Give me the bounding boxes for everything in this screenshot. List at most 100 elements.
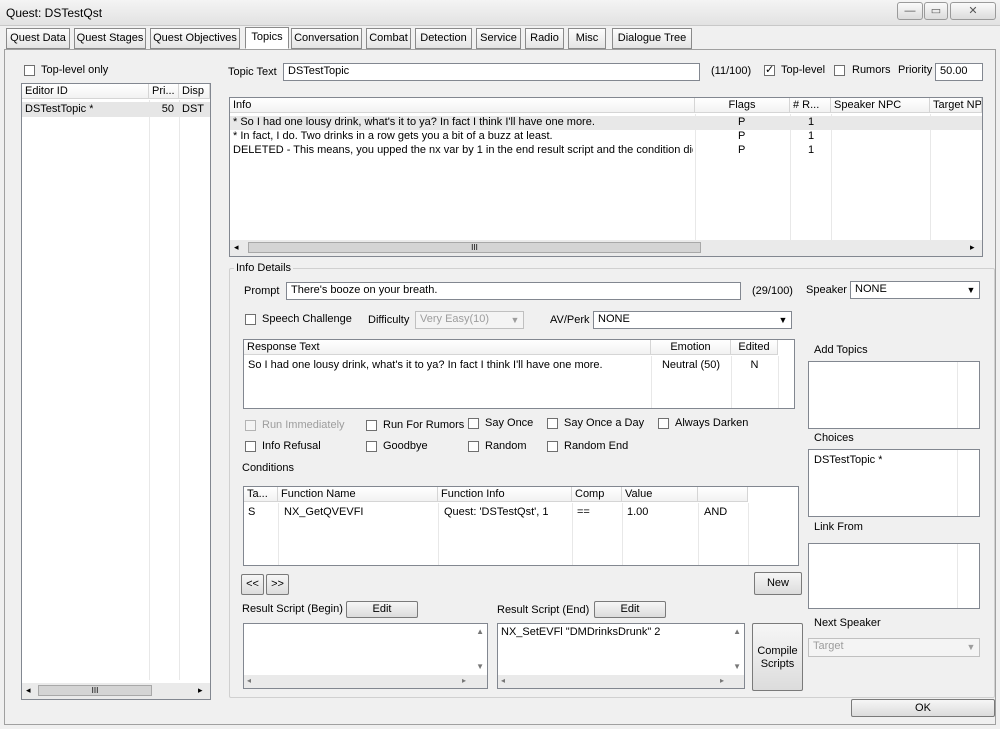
- col-emotion[interactable]: Emotion: [651, 340, 731, 355]
- col-value[interactable]: Value: [622, 487, 698, 502]
- col-editor-id[interactable]: Editor ID: [22, 84, 149, 99]
- scroll-left-arrow-icon[interactable]: ◂: [26, 685, 31, 696]
- col-flags[interactable]: Flags: [695, 98, 790, 113]
- horizontal-scrollbar[interactable]: ◂ III ▸: [22, 683, 210, 699]
- ok-button[interactable]: OK: [851, 699, 995, 717]
- scroll-left-arrow-icon[interactable]: ◂: [234, 242, 239, 253]
- link-from-list[interactable]: [808, 543, 980, 609]
- list-item[interactable]: DSTestTopic *: [814, 454, 882, 467]
- next-button[interactable]: >>: [266, 574, 289, 595]
- col-info[interactable]: Info: [230, 98, 695, 113]
- next-speaker-dropdown[interactable]: Target ▼: [808, 638, 980, 657]
- horizontal-scrollbar[interactable]: ◂ III ▸: [230, 240, 982, 256]
- tab-topics[interactable]: Topics: [245, 27, 289, 49]
- tab-quest-stages[interactable]: Quest Stages: [74, 28, 146, 49]
- say-once-a-day-label: Say Once a Day: [564, 417, 645, 429]
- tab-conversation[interactable]: Conversation: [291, 28, 362, 49]
- minimize-button[interactable]: —: [897, 2, 923, 20]
- conditions-list[interactable]: Ta... Function Name Function Info Comp V…: [243, 486, 799, 566]
- scroll-up-arrow-icon[interactable]: ▲: [476, 627, 484, 636]
- table-row[interactable]: * So I had one lousy drink, what's it to…: [230, 116, 982, 130]
- tab-quest-data[interactable]: Quest Data: [6, 28, 70, 49]
- close-button[interactable]: ✕: [950, 2, 996, 20]
- scroll-up-arrow-icon[interactable]: ▲: [733, 627, 741, 636]
- difficulty-dropdown[interactable]: Very Easy(10) ▼: [415, 311, 524, 329]
- horizontal-scrollbar[interactable]: ◂ ▸: [244, 675, 487, 688]
- toplevel-only-checkbox[interactable]: [24, 65, 35, 76]
- prompt-input[interactable]: There's booze on your breath.: [286, 282, 741, 300]
- scroll-right-arrow-icon[interactable]: ▸: [462, 676, 466, 685]
- maximize-button[interactable]: ▭: [924, 2, 948, 20]
- scroll-thumb[interactable]: III: [248, 242, 701, 253]
- scroll-right-arrow-icon[interactable]: ▸: [198, 685, 203, 696]
- scroll-down-arrow-icon[interactable]: ▼: [476, 662, 484, 671]
- col-function-name[interactable]: Function Name: [278, 487, 438, 502]
- tab-quest-objectives[interactable]: Quest Objectives: [150, 28, 240, 49]
- tab-misc[interactable]: Misc: [568, 28, 606, 49]
- table-row[interactable]: S NX_GetQVEVFI Quest: 'DSTestQst', 1 == …: [244, 505, 798, 519]
- horizontal-scrollbar[interactable]: ◂ ▸: [498, 675, 744, 688]
- prev-button[interactable]: <<: [241, 574, 264, 595]
- col-comp[interactable]: Comp: [572, 487, 622, 502]
- run-immediately-checkbox[interactable]: [245, 420, 256, 431]
- edit-begin-button[interactable]: Edit: [346, 601, 418, 618]
- run-for-rumors-checkbox[interactable]: [366, 420, 377, 431]
- always-darken-checkbox[interactable]: [658, 418, 669, 429]
- col-function-info[interactable]: Function Info: [438, 487, 572, 502]
- random-checkbox[interactable]: [468, 441, 479, 452]
- scroll-thumb[interactable]: III: [38, 685, 152, 696]
- scroll-right-arrow-icon[interactable]: ▸: [720, 676, 724, 685]
- col-target-npc[interactable]: Target NP: [930, 98, 982, 113]
- compile-scripts-button[interactable]: Compile Scripts: [752, 623, 803, 691]
- col-edited[interactable]: Edited: [731, 340, 778, 355]
- speaker-dropdown[interactable]: NONE ▼: [850, 281, 980, 299]
- chevron-down-icon: ▼: [778, 315, 788, 325]
- conditions-label: Conditions: [242, 462, 294, 474]
- tab-radio[interactable]: Radio: [525, 28, 564, 49]
- info-refusal-checkbox[interactable]: [245, 441, 256, 452]
- scroll-left-arrow-icon[interactable]: ◂: [501, 676, 505, 685]
- col-target[interactable]: Ta...: [244, 487, 278, 502]
- result-begin-textarea[interactable]: ▲ ▼ ◂ ▸: [243, 623, 488, 689]
- scroll-right-arrow-icon[interactable]: ▸: [970, 242, 975, 253]
- avperk-dropdown[interactable]: NONE ▼: [593, 311, 792, 329]
- info-list[interactable]: Info Flags # R... Speaker NPC Target NP …: [229, 97, 983, 257]
- table-row[interactable]: DSTestTopic * 50 DST: [22, 102, 210, 117]
- speech-challenge-checkbox[interactable]: [245, 314, 256, 325]
- col-priority[interactable]: Pri...: [149, 84, 179, 99]
- scroll-left-arrow-icon[interactable]: ◂: [247, 676, 251, 685]
- info-text: * So I had one lousy drink, what's it to…: [233, 116, 595, 128]
- result-end-textarea[interactable]: NX_SetEVFl "DMDrinksDrunk" 2 ▲ ▼ ◂ ▸: [497, 623, 745, 689]
- add-topics-list[interactable]: [808, 361, 980, 429]
- say-once-a-day-checkbox[interactable]: [547, 418, 558, 429]
- table-row[interactable]: * In fact, I do. Two drinks in a row get…: [230, 130, 982, 144]
- table-row[interactable]: DELETED - This means, you upped the nx v…: [230, 144, 982, 158]
- priority-input[interactable]: 50.00: [935, 63, 983, 81]
- response-list[interactable]: Response Text Emotion Edited So I had on…: [243, 339, 795, 409]
- col-operator[interactable]: [698, 487, 748, 502]
- toplevel-checkbox[interactable]: ✓: [764, 64, 775, 76]
- col-disp[interactable]: Disp: [179, 84, 210, 99]
- info-refusal-label: Info Refusal: [262, 440, 321, 452]
- col-response-text[interactable]: Response Text: [244, 340, 651, 355]
- tab-dialogue-tree[interactable]: Dialogue Tree: [612, 28, 692, 49]
- tab-detection[interactable]: Detection: [415, 28, 472, 49]
- toplevel-label: Top-level: [781, 64, 826, 76]
- col-responses[interactable]: # R...: [790, 98, 831, 113]
- topic-list[interactable]: Editor ID Pri... Disp DSTestTopic * 50 D…: [21, 83, 211, 700]
- say-once-checkbox[interactable]: [468, 418, 479, 429]
- table-row[interactable]: So I had one lousy drink, what's it to y…: [244, 358, 794, 372]
- random-end-checkbox[interactable]: [547, 441, 558, 452]
- rumors-checkbox[interactable]: [834, 65, 845, 76]
- col-speaker-npc[interactable]: Speaker NPC: [831, 98, 930, 113]
- goodbye-checkbox[interactable]: [366, 441, 377, 452]
- info-flags: P: [738, 116, 746, 128]
- edit-end-button[interactable]: Edit: [594, 601, 666, 618]
- random-end-label: Random End: [564, 440, 629, 452]
- new-button[interactable]: New: [754, 572, 802, 595]
- topic-text-input[interactable]: DSTestTopic: [283, 63, 700, 81]
- tab-combat[interactable]: Combat: [366, 28, 411, 49]
- tab-service[interactable]: Service: [476, 28, 521, 49]
- choices-list[interactable]: DSTestTopic *: [808, 449, 980, 517]
- scroll-down-arrow-icon[interactable]: ▼: [733, 662, 741, 671]
